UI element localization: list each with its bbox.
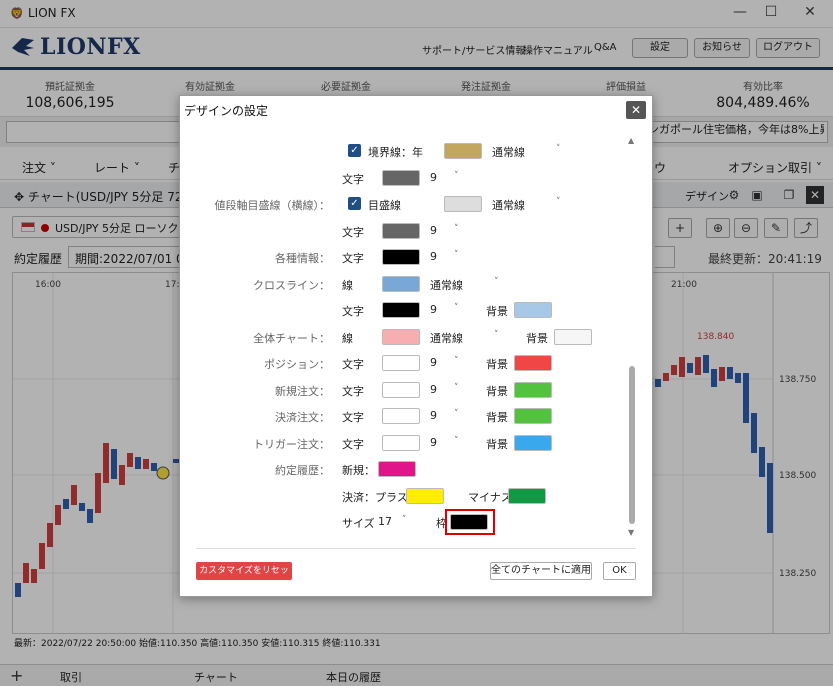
dialog-scrollbar[interactable]: ▲ ▼: [626, 136, 638, 538]
settle-order-size[interactable]: 9: [430, 409, 437, 422]
dialog-body: ✓ 境界線：年 通常線 ˅ 文字 9 ˅ 値段軸目盛線（横線）： ✓ 目盛線 通…: [180, 126, 654, 546]
chevron-down-icon[interactable]: ˅: [402, 515, 407, 525]
info-color-swatch[interactable]: [382, 249, 420, 265]
crossline-style[interactable]: 通常線: [430, 277, 463, 293]
execution-new-label: 新規：: [342, 464, 375, 477]
whole-chart-label: 全体チャート：: [253, 332, 330, 345]
info-label: 各種情報：: [275, 252, 330, 265]
boundary-text-label: 文字: [342, 173, 364, 186]
scroll-up-icon[interactable]: ▲: [628, 136, 634, 145]
boundary-text-size[interactable]: 9: [430, 171, 437, 184]
dialog-divider: [196, 548, 636, 549]
new-order-bg-label: 背景: [486, 385, 508, 398]
trigger-order-bg-label: 背景: [486, 438, 508, 451]
trigger-order-color-swatch[interactable]: [382, 435, 420, 451]
chevron-down-icon[interactable]: ˅: [556, 197, 561, 207]
boundary-checkbox[interactable]: ✓: [348, 144, 361, 157]
boundary-label: 境界線：年: [368, 146, 423, 159]
highlight-box: [445, 509, 495, 535]
reset-customize-button[interactable]: カスタマイズをリセット: [196, 562, 292, 594]
price-grid-text-size[interactable]: 9: [430, 224, 437, 237]
crossline-line-label: 線: [342, 279, 353, 292]
settle-order-label: 決済注文：: [275, 411, 330, 424]
crossline-color-swatch[interactable]: [382, 276, 420, 292]
execution-label: 約定履歴：: [275, 464, 330, 477]
dialog-title: デザインの設定: [184, 104, 269, 118]
boundary-text-color-swatch[interactable]: [382, 170, 420, 186]
new-order-label: 新規注文：: [275, 385, 330, 398]
chevron-down-icon[interactable]: ˅: [494, 277, 499, 287]
chevron-down-icon[interactable]: ˅: [454, 409, 459, 419]
trigger-order-size[interactable]: 9: [430, 436, 437, 449]
chevron-down-icon[interactable]: ˅: [556, 144, 561, 154]
new-order-color-swatch[interactable]: [382, 382, 420, 398]
design-settings-dialog: デザインの設定 ✕ ✓ 境界線：年 通常線 ˅ 文字 9 ˅ 値段軸目盛線（横線…: [179, 95, 653, 597]
whole-chart-bg-label: 背景: [526, 332, 548, 345]
position-label: ポジション：: [264, 358, 330, 371]
whole-chart-line-label: 線: [342, 332, 353, 345]
price-grid-color-swatch[interactable]: [444, 196, 482, 212]
price-grid-checkbox[interactable]: ✓: [348, 197, 361, 210]
info-text-label: 文字: [342, 252, 364, 265]
crossline-bg-color-swatch[interactable]: [514, 302, 552, 318]
execution-settle-plus-label: 決済：プラス: [342, 491, 408, 504]
price-grid-checkbox-label: 目盛線: [368, 199, 401, 212]
chevron-down-icon[interactable]: ˅: [454, 303, 459, 313]
crossline-label: クロスライン：: [253, 279, 330, 292]
whole-chart-color-swatch[interactable]: [382, 329, 420, 345]
apply-all-charts-button[interactable]: 全てのチャートに適用: [490, 562, 592, 580]
chevron-down-icon[interactable]: ˅: [494, 330, 499, 340]
crossline-text-color-swatch[interactable]: [382, 302, 420, 318]
chevron-down-icon[interactable]: ˅: [454, 224, 459, 234]
new-order-size[interactable]: 9: [430, 383, 437, 396]
execution-plus-color-swatch[interactable]: [406, 488, 444, 504]
execution-minus-label: マイナス: [468, 491, 512, 504]
price-grid-text-label: 文字: [342, 226, 364, 239]
chevron-down-icon[interactable]: ˅: [454, 383, 459, 393]
execution-size-value[interactable]: 17: [378, 515, 392, 528]
new-order-text-label: 文字: [342, 385, 364, 398]
new-order-bg-color-swatch[interactable]: [514, 382, 552, 398]
ok-button[interactable]: OK: [603, 562, 636, 580]
position-size[interactable]: 9: [430, 356, 437, 369]
crossline-bg-label: 背景: [486, 305, 508, 318]
price-grid-label: 値段軸目盛線（横線）：: [214, 199, 331, 212]
price-grid-text-color-swatch[interactable]: [382, 223, 420, 239]
info-size[interactable]: 9: [430, 250, 437, 263]
chevron-down-icon[interactable]: ˅: [454, 436, 459, 446]
whole-chart-bg-color-swatch[interactable]: [554, 329, 592, 345]
position-color-swatch[interactable]: [382, 355, 420, 371]
execution-size-label: サイズ: [342, 517, 375, 530]
settle-order-color-swatch[interactable]: [382, 408, 420, 424]
settle-order-bg-label: 背景: [486, 411, 508, 424]
price-grid-style[interactable]: 通常線: [492, 197, 525, 213]
scroll-thumb[interactable]: [629, 366, 635, 524]
trigger-order-bg-color-swatch[interactable]: [514, 435, 552, 451]
scroll-down-icon[interactable]: ▼: [628, 528, 634, 537]
settle-order-bg-color-swatch[interactable]: [514, 408, 552, 424]
crossline-text-size[interactable]: 9: [430, 303, 437, 316]
position-bg-color-swatch[interactable]: [514, 355, 552, 371]
whole-chart-style[interactable]: 通常線: [430, 330, 463, 346]
chevron-down-icon[interactable]: ˅: [454, 356, 459, 366]
settle-order-text-label: 文字: [342, 411, 364, 424]
chevron-down-icon[interactable]: ˅: [454, 250, 459, 260]
position-text-label: 文字: [342, 358, 364, 371]
execution-minus-color-swatch[interactable]: [508, 488, 546, 504]
crossline-text-label: 文字: [342, 305, 364, 318]
boundary-style[interactable]: 通常線: [492, 144, 525, 160]
trigger-order-label: トリガー注文：: [253, 438, 330, 451]
position-bg-label: 背景: [486, 358, 508, 371]
dialog-close-icon[interactable]: ✕: [626, 101, 646, 119]
execution-new-color-swatch[interactable]: [378, 461, 416, 477]
chevron-down-icon[interactable]: ˅: [454, 171, 459, 181]
boundary-color-swatch[interactable]: [444, 143, 482, 159]
trigger-order-text-label: 文字: [342, 438, 364, 451]
